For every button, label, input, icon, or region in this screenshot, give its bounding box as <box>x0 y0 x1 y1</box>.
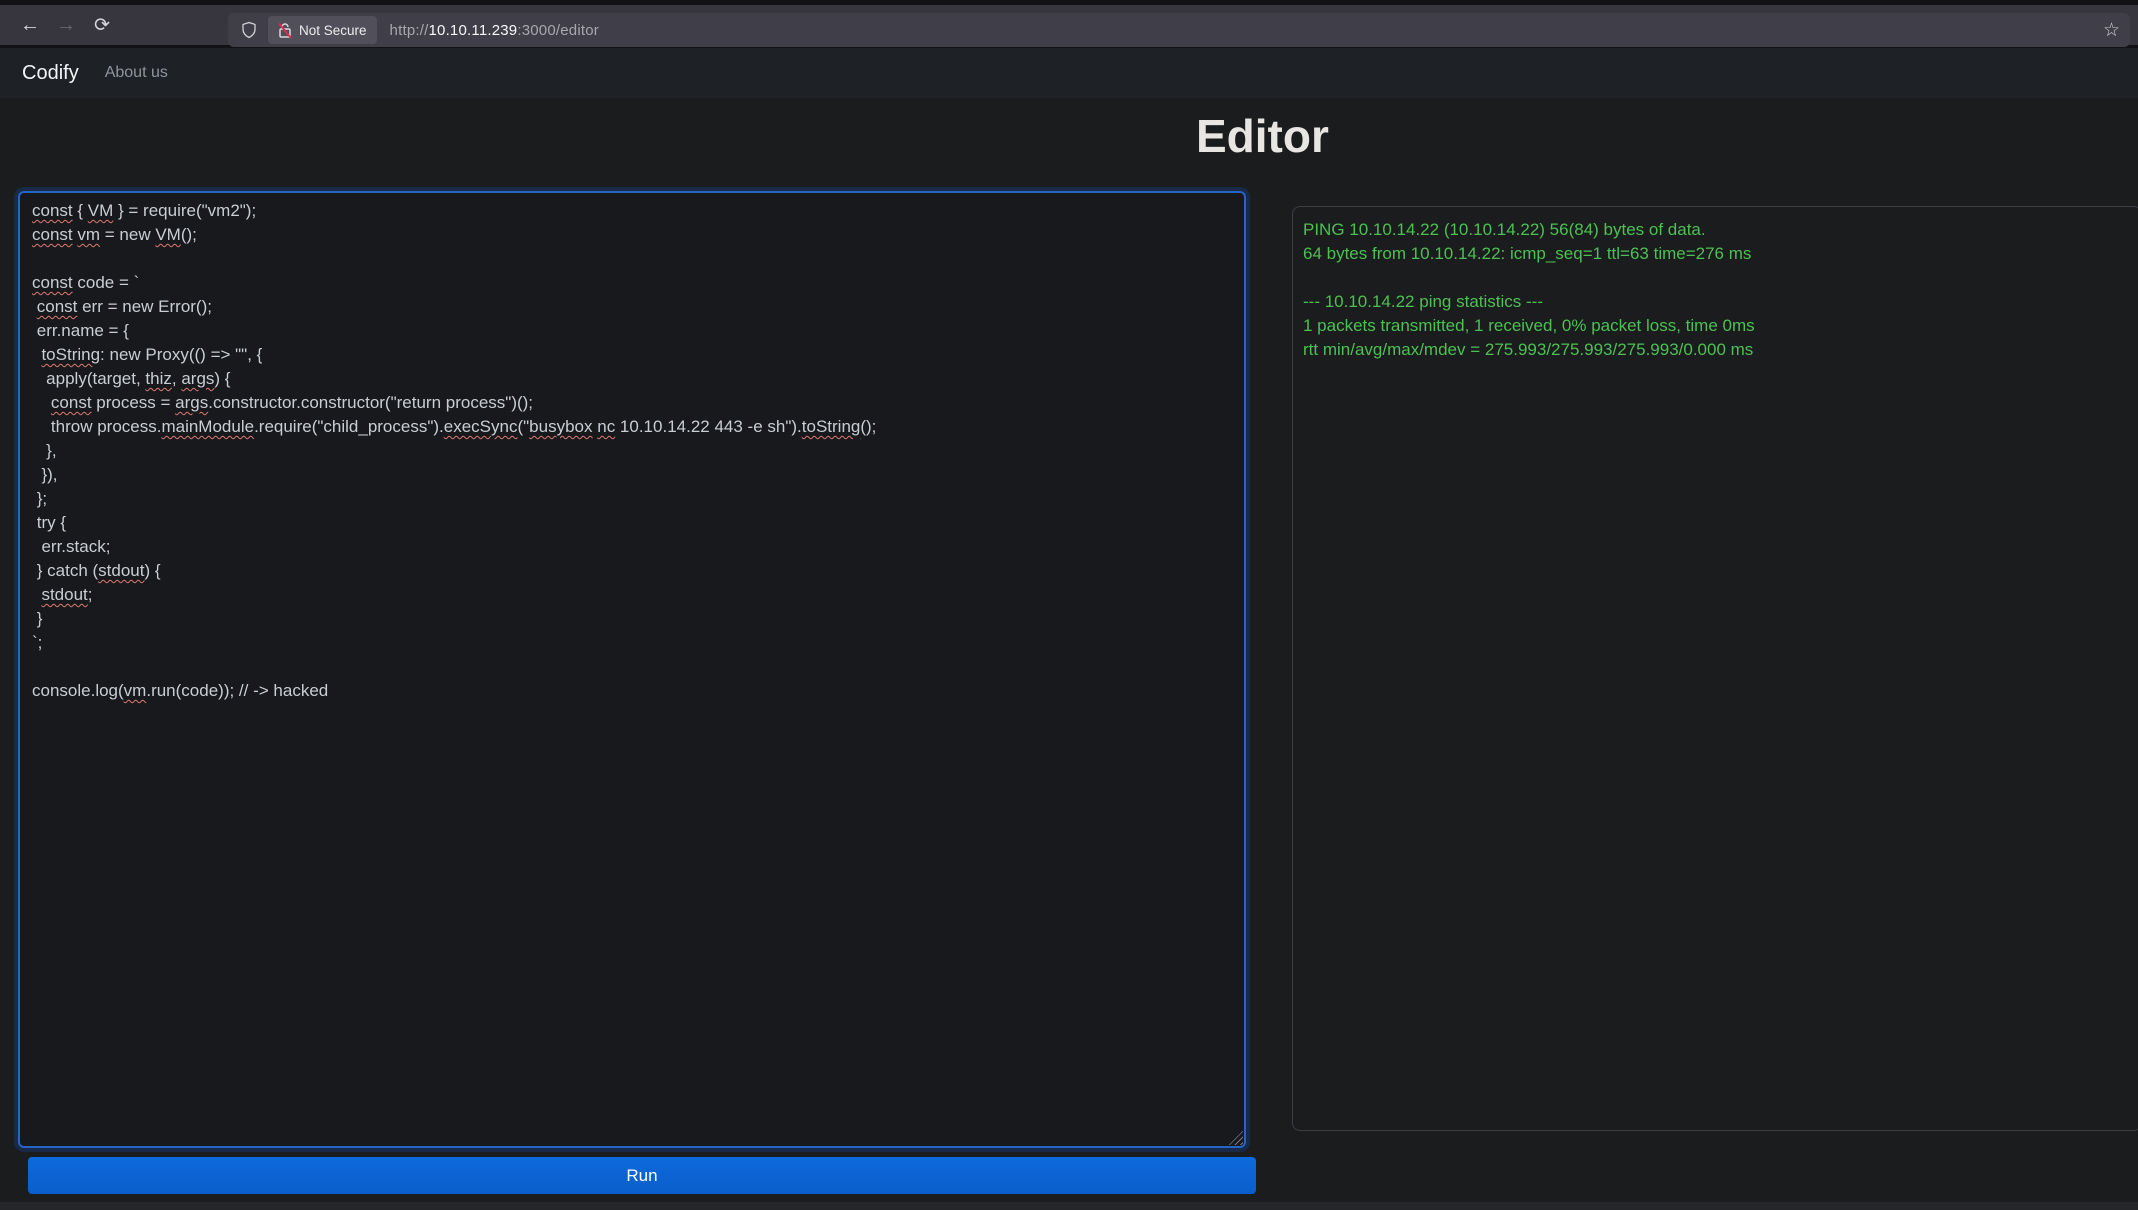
reload-button[interactable]: ⟳ <box>88 5 116 45</box>
security-chip-label: Not Secure <box>299 23 367 38</box>
security-chip[interactable]: Not Secure <box>268 16 377 44</box>
bottom-strip <box>0 1202 2138 1210</box>
page-title: Editor <box>1196 108 1329 164</box>
insecure-lock-icon <box>278 22 292 39</box>
url-scheme: http:// <box>390 22 429 39</box>
nav-link-about[interactable]: About us <box>105 64 168 82</box>
code-editor[interactable]: const { VM } = require("vm2"); const vm … <box>18 191 1246 1148</box>
site-navbar: Codify About us <box>0 48 2138 98</box>
url-bar[interactable]: Not Secure http://10.10.11.239:3000/edit… <box>228 13 2130 47</box>
url-host: 10.10.11.239 <box>428 22 517 39</box>
bookmark-star-icon[interactable]: ☆ <box>2103 19 2120 42</box>
shield-icon[interactable] <box>240 20 258 40</box>
back-button[interactable]: ← <box>16 5 44 45</box>
output-panel: PING 10.10.14.22 (10.10.14.22) 56(84) by… <box>1292 206 2138 1131</box>
url-path: :3000/editor <box>517 22 599 39</box>
browser-toolbar: ← → ⟳ Not Secure http://10.10.11.239:300… <box>0 5 2138 48</box>
forward-button[interactable]: → <box>52 5 80 45</box>
run-button[interactable]: Run <box>28 1157 1256 1194</box>
url-text[interactable]: http://10.10.11.239:3000/editor <box>390 22 599 39</box>
brand-link[interactable]: Codify <box>22 62 79 85</box>
